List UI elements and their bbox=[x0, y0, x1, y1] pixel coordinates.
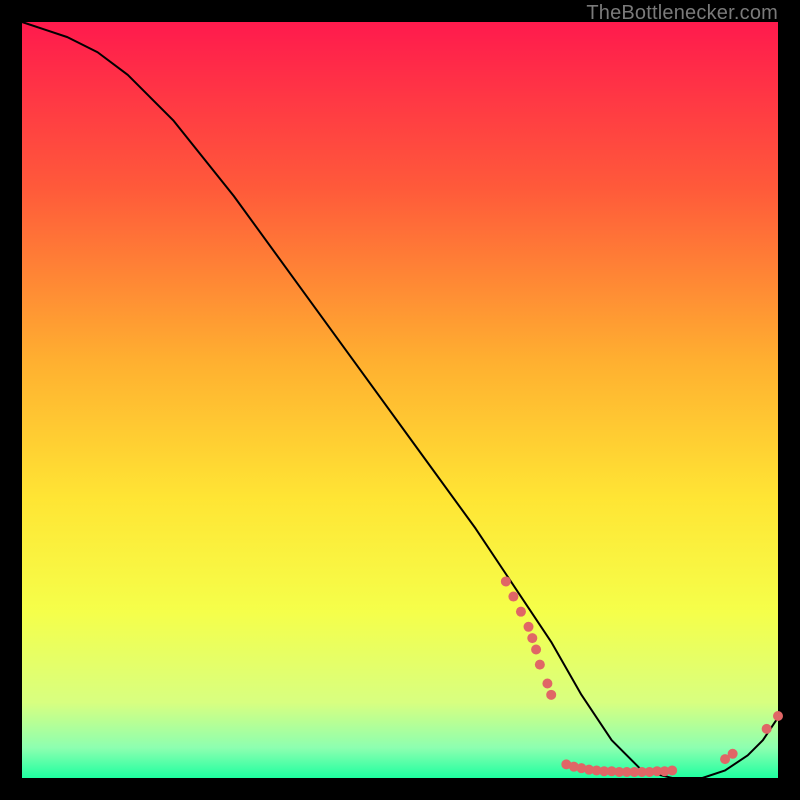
marker-marker-cluster bbox=[501, 576, 511, 586]
marker-marker-cluster bbox=[531, 644, 541, 654]
chart-container: TheBottlenecker.com bbox=[0, 0, 800, 800]
marker-marker-cluster bbox=[527, 633, 537, 643]
marker-marker-cluster bbox=[542, 679, 552, 689]
plot-area bbox=[22, 22, 778, 778]
marker-marker-cluster bbox=[667, 765, 677, 775]
marker-marker-cluster bbox=[728, 749, 738, 759]
marker-marker-cluster bbox=[508, 592, 518, 602]
marker-marker-cluster bbox=[773, 711, 783, 721]
marker-marker-cluster bbox=[762, 724, 772, 734]
marker-marker-cluster bbox=[516, 607, 526, 617]
curve-svg bbox=[22, 22, 778, 778]
series-bottleneck-curve bbox=[22, 22, 778, 778]
marker-marker-cluster bbox=[524, 622, 534, 632]
marker-marker-cluster bbox=[535, 660, 545, 670]
marker-marker-cluster bbox=[546, 690, 556, 700]
